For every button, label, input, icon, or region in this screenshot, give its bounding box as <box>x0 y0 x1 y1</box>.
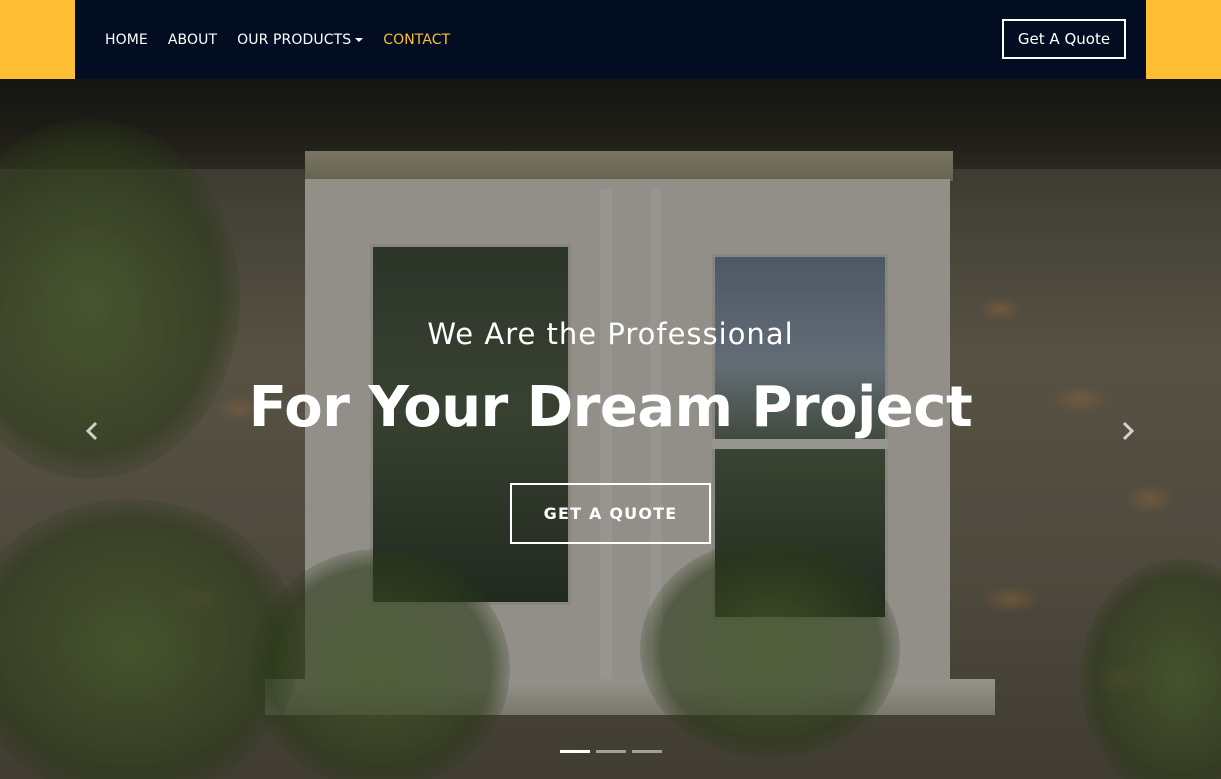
nav-item-contact[interactable]: CONTACT <box>383 32 450 48</box>
navbar: HOME ABOUT OUR PRODUCTS CONTACT Get A Qu… <box>75 0 1146 79</box>
chevron-right-icon <box>1122 421 1135 441</box>
nav-item-about[interactable]: ABOUT <box>168 32 217 48</box>
hero-title: For Your Dream Project <box>248 375 973 440</box>
get-a-quote-button[interactable]: Get A Quote <box>1002 19 1126 59</box>
header-accent-left <box>0 0 75 79</box>
hero-carousel: We Are the Professional For Your Dream P… <box>0 79 1221 779</box>
hero-subtitle: We Are the Professional <box>427 317 794 351</box>
carousel-indicator-2[interactable] <box>596 750 626 753</box>
carousel-indicator-1[interactable] <box>560 750 590 753</box>
nav-item-home[interactable]: HOME <box>105 32 148 48</box>
page: HOME ABOUT OUR PRODUCTS CONTACT Get A Qu… <box>0 0 1221 779</box>
chevron-left-icon <box>85 421 98 441</box>
nav-item-our-products[interactable]: OUR PRODUCTS <box>237 31 364 48</box>
hero-get-a-quote-button[interactable]: GET A QUOTE <box>510 483 711 544</box>
carousel-prev-button[interactable] <box>82 419 102 443</box>
nav-item-our-products-label: OUR PRODUCTS <box>237 31 352 48</box>
caret-down-icon <box>355 37 364 42</box>
nav-links: HOME ABOUT OUR PRODUCTS CONTACT <box>105 0 450 79</box>
carousel-next-button[interactable] <box>1118 419 1138 443</box>
carousel-indicators <box>560 750 662 753</box>
header-accent-right <box>1146 0 1221 79</box>
carousel-indicator-3[interactable] <box>632 750 662 753</box>
